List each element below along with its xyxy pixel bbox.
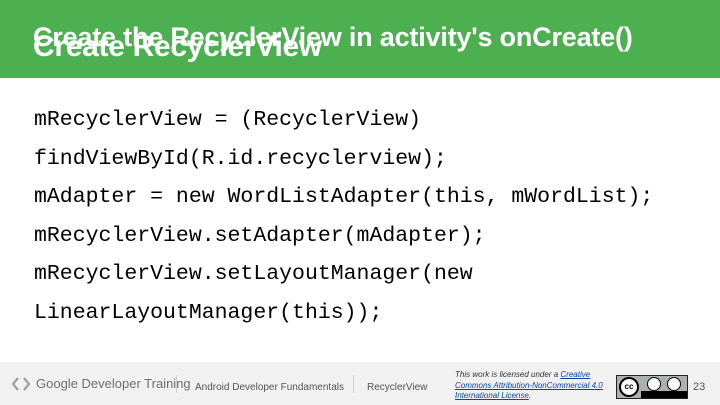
code-line: findViewById(R.id.recyclerview); <box>34 146 447 171</box>
code-block: mRecyclerView = (RecyclerView) findViewB… <box>34 101 704 332</box>
topic-name: RecyclerView <box>367 382 428 393</box>
code-line: mRecyclerView.setAdapter(mAdapter); <box>34 223 486 248</box>
footer-divider <box>176 375 177 393</box>
course-name: Android Developer Fundamentals <box>195 382 344 393</box>
code-line: mRecyclerView.setLayoutManager(new <box>34 262 473 286</box>
badge-strip <box>641 391 687 398</box>
code-line: mRecyclerView = (RecyclerView) <box>34 108 422 132</box>
slide-title-overlay: Create RecyclerView <box>33 30 322 63</box>
license-suffix: . <box>528 391 532 400</box>
slide-header: Create the RecyclerView in activity's on… <box>0 0 720 78</box>
attribution-icon <box>647 377 661 391</box>
footer-divider <box>353 375 354 393</box>
page-number: 23 <box>693 381 706 393</box>
code-line: LinearLayoutManager(this)); <box>34 300 383 325</box>
creative-commons-badge-icon[interactable]: cc <box>616 375 688 399</box>
slide-footer: Google Developer Training Android Develo… <box>0 362 720 405</box>
noncommercial-icon <box>667 377 681 391</box>
google-chevrons-icon <box>12 376 30 391</box>
brand-label: Google Developer Training <box>36 376 191 391</box>
cc-icon: cc <box>619 377 639 397</box>
license-text: This work is licensed under a Creative C… <box>455 370 615 402</box>
license-prefix: This work is licensed under a <box>455 370 561 379</box>
brand: Google Developer Training <box>12 376 191 391</box>
code-line: mAdapter = new WordListAdapter(this, mWo… <box>34 185 654 209</box>
